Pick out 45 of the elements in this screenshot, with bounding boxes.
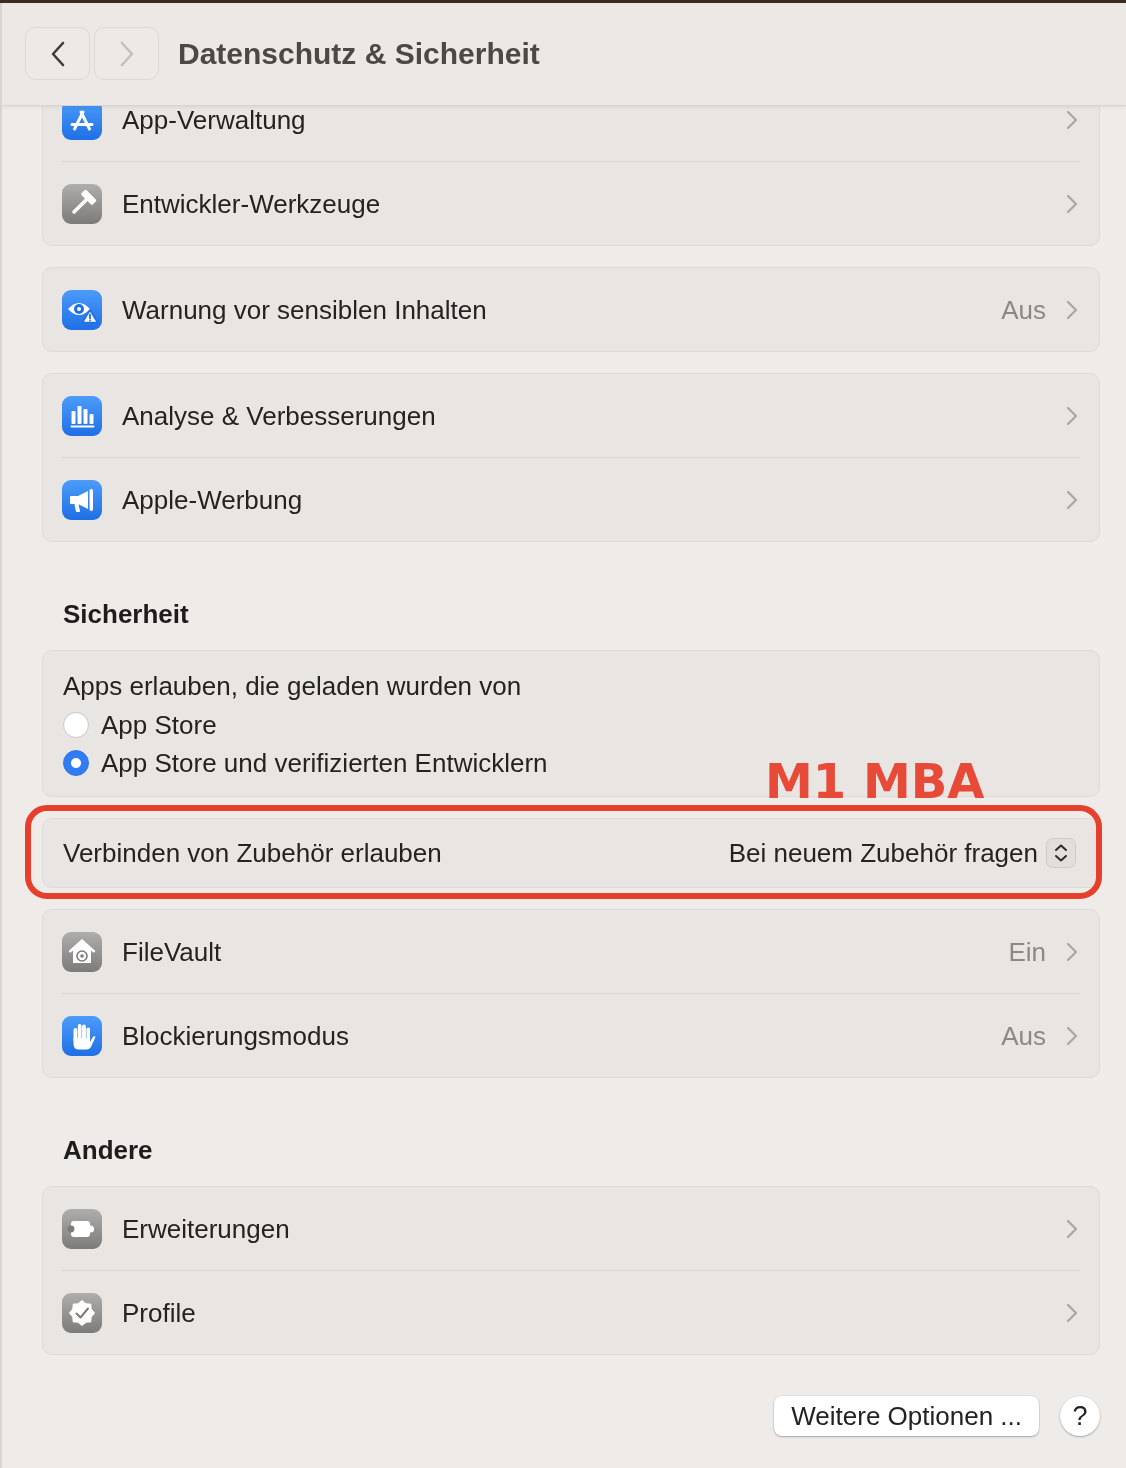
chevron-right-icon: [1066, 299, 1078, 320]
letter-a-strokes-icon: [62, 106, 102, 140]
radio-option[interactable]: App Store: [63, 706, 217, 744]
up-down-chevron-icon: [1046, 838, 1076, 868]
row-value: Aus: [1001, 294, 1046, 325]
help-button[interactable]: ?: [1060, 1396, 1100, 1436]
chevron-right-icon: [1066, 1302, 1078, 1323]
row-label[interactable]: Warnung vor sensiblen Inhalten: [122, 294, 487, 325]
row-label[interactable]: Entwickler-Werkzeuge: [122, 188, 381, 219]
popup-button[interactable]: Bei neuem Zubehör fragen: [728, 837, 1076, 869]
radio-icon[interactable]: [63, 712, 89, 738]
bar-chart-icon: [62, 395, 102, 436]
chevron-right-icon: [1066, 109, 1078, 130]
chevron-right-icon: [1066, 941, 1078, 962]
chevron-right-icon: [1066, 1218, 1078, 1239]
puzzle-piece-icon: [62, 1208, 102, 1249]
radio-option[interactable]: App Store und verifizierten Entwicklern: [63, 744, 548, 782]
eye-warning-icon: [62, 289, 102, 330]
options-button[interactable]: Weitere Optionen ...: [774, 1396, 1039, 1436]
chevron-right-icon: [1066, 193, 1078, 214]
hand-icon: [62, 1015, 102, 1056]
row-label[interactable]: Profile: [122, 1297, 196, 1328]
chevron-right-icon: [1066, 1025, 1078, 1046]
group-prompt: Apps erlauben, die geladen wurden von: [63, 672, 522, 700]
row-label[interactable]: Blockierungsmodus: [122, 1020, 349, 1051]
row-label[interactable]: Apple-Werbung: [122, 484, 303, 515]
house-safe-icon: [62, 931, 102, 972]
row-label[interactable]: App-Verwaltung: [122, 106, 306, 135]
megaphone-icon: [62, 479, 102, 520]
row-label[interactable]: Erweiterungen: [122, 1213, 290, 1244]
section-heading: Andere: [62, 1135, 153, 1165]
chevron-right-icon: [1066, 405, 1078, 426]
badge-check-icon: [62, 1292, 102, 1333]
row-label: Verbinden von Zubehör erlauben: [63, 838, 442, 868]
back-button[interactable]: [25, 27, 90, 80]
radio-icon[interactable]: [63, 750, 89, 776]
row-label[interactable]: Analyse & Verbesserungen: [122, 400, 436, 431]
window-title: Datenschutz & Sicherheit: [178, 35, 540, 72]
row-value: Ein: [1008, 936, 1046, 967]
section-heading: Sicherheit: [62, 599, 189, 629]
annotation-label: M1 MBA: [765, 757, 985, 805]
row-label[interactable]: FileVault: [122, 936, 222, 967]
chevron-right-icon: [1066, 489, 1078, 510]
hammer-icon: [62, 183, 102, 224]
row-value: Aus: [1001, 1020, 1046, 1051]
